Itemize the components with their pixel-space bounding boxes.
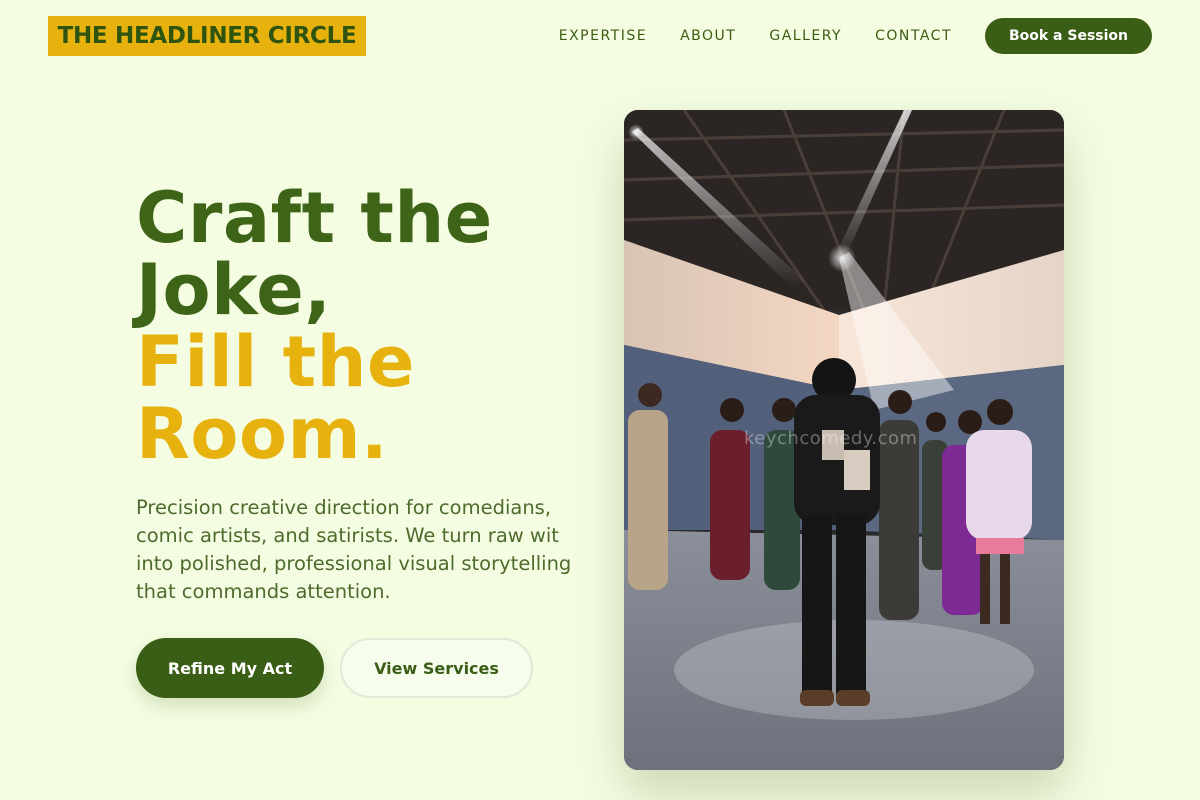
- book-session-button[interactable]: Book a Session: [985, 18, 1152, 54]
- nav-link-expertise[interactable]: EXPERTISE: [559, 28, 647, 44]
- refine-act-button[interactable]: Refine My Act: [136, 638, 324, 698]
- main-nav: EXPERTISE ABOUT GALLERY CONTACT Book a S…: [559, 18, 1152, 54]
- hero-title: Craft the Joke, Fill the Room.: [136, 182, 596, 470]
- nav-link-gallery[interactable]: GALLERY: [769, 28, 842, 44]
- hero-description: Precision creative direction for comedia…: [136, 496, 572, 603]
- hero-photo: keychcomedy.com: [624, 110, 1064, 770]
- brand-logo[interactable]: THE HEADLINER CIRCLE: [48, 16, 366, 56]
- view-services-button[interactable]: View Services: [340, 638, 533, 698]
- nav-link-contact[interactable]: CONTACT: [875, 28, 952, 44]
- nav-link-about[interactable]: ABOUT: [680, 28, 736, 44]
- image-watermark: keychcomedy.com: [744, 428, 918, 449]
- hero-title-line2: Fill the Room.: [136, 321, 415, 475]
- hero-title-line1: Craft the Joke,: [136, 177, 493, 331]
